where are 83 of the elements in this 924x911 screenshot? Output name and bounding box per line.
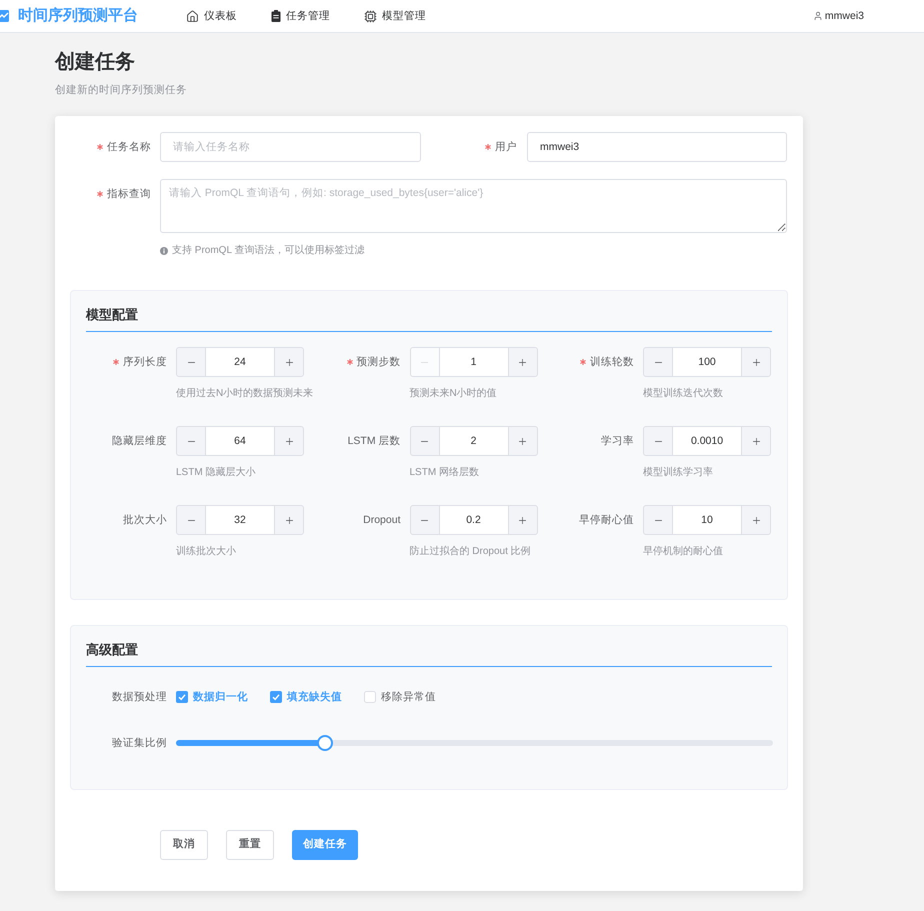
number-input[interactable]: 0.0010: [673, 426, 741, 456]
decrement-button[interactable]: [410, 505, 440, 535]
plus-icon: [517, 436, 528, 446]
info-icon: [160, 247, 168, 255]
checkbox-label[interactable]: 移除异常值: [381, 689, 436, 705]
page-subtitle: 创建新的时间序列预测任务: [55, 83, 187, 98]
user-icon: [812, 11, 823, 21]
nav-link[interactable]: 模型管理: [364, 8, 426, 24]
field-label: 训练轮数: [590, 355, 634, 370]
number-input[interactable]: 24: [206, 347, 274, 377]
plus-icon: [284, 436, 294, 446]
field-label: 序列长度: [123, 355, 167, 370]
field-label: 指标查询: [107, 187, 151, 202]
plus-icon: [517, 514, 528, 526]
increment-button[interactable]: [508, 505, 538, 535]
field-label: 任务名称: [107, 140, 151, 155]
number-input[interactable]: 1: [440, 347, 508, 377]
param-hint: LSTM 网络层数: [410, 466, 479, 480]
nav-link[interactable]: 任务管理: [271, 8, 330, 24]
query-textarea[interactable]: 请输入 PromQL 查询语句，例如: storage_used_bytes{user='alice'}: [160, 179, 787, 233]
increment-button[interactable]: [741, 505, 771, 535]
field-label: Dropout: [363, 513, 400, 528]
decrement-button[interactable]: [410, 426, 440, 456]
field-label: 早停耐心值: [579, 513, 634, 528]
number-input[interactable]: 10: [673, 505, 741, 535]
user-menu[interactable]: mmwei3: [812, 8, 864, 24]
increment-button[interactable]: [274, 426, 304, 456]
param-hint: LSTM 隐藏层大小: [176, 466, 256, 480]
plus-icon: [284, 356, 294, 368]
plus-icon: [750, 436, 762, 446]
nav-link[interactable]: 仪表板: [186, 8, 237, 24]
text-input[interactable]: mmwei3: [527, 132, 787, 162]
query-hint: 支持 PromQL 查询语法，可以使用标签过滤: [172, 244, 364, 258]
number-input[interactable]: 64: [206, 426, 274, 456]
increment-button[interactable]: [274, 505, 304, 535]
slider-track[interactable]: [176, 735, 773, 751]
number-input[interactable]: 2: [440, 426, 508, 456]
decrement-button[interactable]: [643, 347, 673, 377]
param-hint: 模型训练学习率: [643, 466, 713, 480]
field-label: 学习率: [601, 434, 634, 449]
field-label: 数据预处理: [112, 690, 167, 705]
plus-icon: [517, 356, 528, 368]
field-label: 隐藏层维度: [112, 434, 167, 449]
section-title: 高级配置: [86, 641, 139, 659]
increment-button[interactable]: [274, 347, 304, 377]
param-hint: 早停机制的耐心值: [643, 545, 723, 559]
number-input[interactable]: 32: [206, 505, 274, 535]
field-label: 批次大小: [123, 513, 167, 528]
field-label: 验证集比例: [112, 736, 167, 751]
decrement-button[interactable]: [176, 347, 206, 377]
chip-icon: [364, 10, 377, 22]
increment-button[interactable]: [741, 347, 771, 377]
increment-button[interactable]: [508, 426, 538, 456]
checkbox[interactable]: [176, 691, 188, 703]
page-title: 创建任务: [55, 50, 135, 75]
clipboard-icon: [271, 10, 281, 22]
plus-icon: [284, 514, 294, 526]
plus-icon: [750, 514, 762, 526]
param-hint: 预测未来N小时的值: [410, 387, 497, 401]
param-hint: 训练批次大小: [176, 545, 236, 559]
param-hint: 防止过拟合的 Dropout 比例: [410, 545, 531, 559]
slider-thumb[interactable]: [317, 735, 334, 751]
checkbox[interactable]: [270, 691, 282, 703]
increment-button[interactable]: [508, 347, 538, 377]
form-button[interactable]: 重置: [226, 830, 274, 860]
field-label: LSTM 层数: [348, 434, 400, 449]
param-hint: 使用过去N小时的数据预测未来: [176, 387, 314, 401]
decrement-button[interactable]: [643, 505, 673, 535]
text-input[interactable]: 请输入任务名称: [160, 132, 421, 162]
number-input[interactable]: 100: [673, 347, 741, 377]
plus-icon: [750, 356, 762, 368]
param-hint: 模型训练迭代次数: [643, 387, 723, 401]
section-title: 模型配置: [86, 306, 139, 324]
field-label: 预测步数: [356, 355, 400, 370]
field-label: 用户: [495, 140, 517, 155]
home-icon: [186, 10, 199, 22]
decrement-button[interactable]: [176, 505, 206, 535]
number-input[interactable]: 0.2: [440, 505, 508, 535]
checkbox[interactable]: [364, 691, 376, 703]
form-button[interactable]: 取消: [160, 830, 208, 860]
decrement-button[interactable]: [643, 426, 673, 456]
increment-button[interactable]: [741, 426, 771, 456]
decrement-button[interactable]: [176, 426, 206, 456]
